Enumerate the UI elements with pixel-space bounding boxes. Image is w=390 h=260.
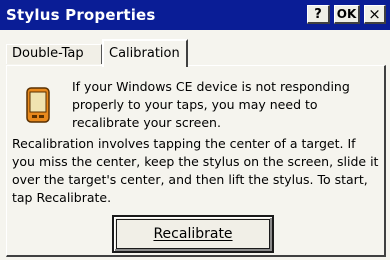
tab-calibration[interactable]: Calibration — [102, 39, 188, 67]
calibration-instructions-text: Recalibration involves tapping the cente… — [12, 136, 379, 205]
recalibrate-button[interactable]: Recalibrate — [112, 215, 274, 253]
tab-strip: Double-Tap Calibration — [0, 30, 390, 67]
stylus-properties-window: Stylus Properties ? OK × Double-Tap Cali… — [0, 0, 390, 260]
help-button[interactable]: ? — [307, 5, 330, 24]
window-title: Stylus Properties — [6, 6, 156, 24]
recalibrate-label: Recalibrate — [153, 226, 233, 242]
calibration-intro-text: If your Windows CE device is not respond… — [72, 79, 350, 130]
pda-device-icon — [26, 87, 50, 123]
close-button[interactable]: × — [364, 5, 386, 24]
tab-double-tap[interactable]: Double-Tap — [6, 44, 102, 64]
ok-button[interactable]: OK — [334, 5, 360, 24]
title-bar[interactable]: Stylus Properties ? OK × — [0, 0, 390, 30]
